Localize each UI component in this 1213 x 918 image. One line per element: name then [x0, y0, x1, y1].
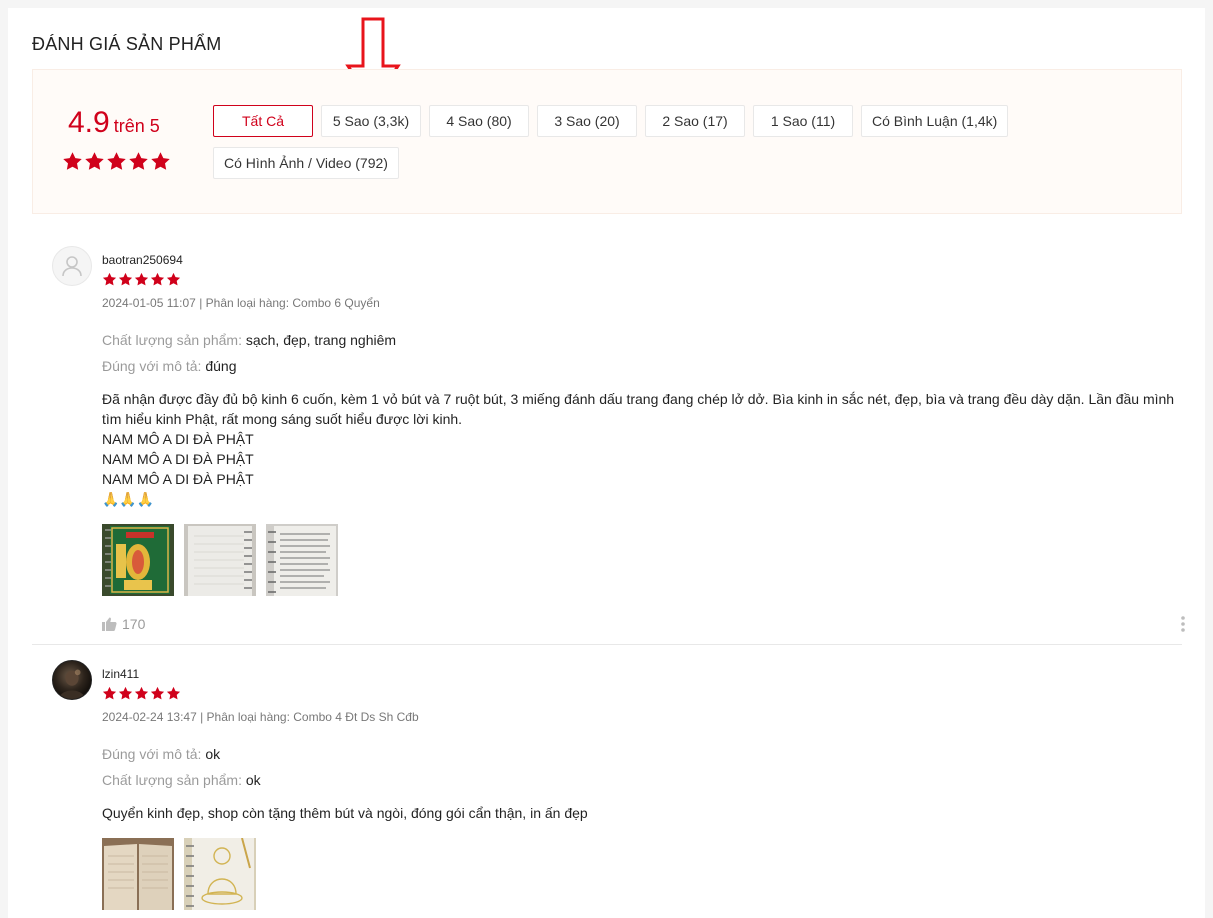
score-unit: trên 5: [113, 116, 160, 136]
star-icon: [166, 686, 181, 700]
review-stars: [102, 686, 181, 701]
attribute-label: Chất lượng sản phẩm:: [102, 332, 242, 348]
green-sutra-cover-photo: [102, 524, 174, 596]
star-icon: [85, 152, 104, 170]
filter-5-star-button[interactable]: 5 Sao (3,3k): [321, 105, 421, 137]
rating-filters: Tất Cả 5 Sao (3,3k) 4 Sao (80) 3 Sao (20…: [213, 105, 1113, 179]
review-meta: 2024-02-24 13:47 | Phân loại hàng: Combo…: [102, 710, 419, 724]
filter-1-star-button[interactable]: 1 Sao (11): [753, 105, 853, 137]
star-icon: [134, 686, 149, 700]
like-button[interactable]: 170: [102, 616, 145, 632]
overall-score: 4.9 trên 5: [68, 106, 160, 140]
star-icon: [63, 152, 82, 170]
review-image[interactable]: [184, 838, 256, 910]
attribute-value: ok: [245, 772, 261, 788]
attribute-value: ok: [205, 746, 221, 762]
filter-4-star-button[interactable]: 4 Sao (80): [429, 105, 529, 137]
review-text-line: Quyển kinh đẹp, shop còn tặng thêm bút v…: [102, 805, 588, 821]
user-photo: [58, 669, 86, 699]
printed-text-page-photo: [266, 524, 338, 596]
star-icon: [107, 152, 126, 170]
blank-lined-page-photo: [184, 524, 256, 596]
star-icon: [102, 686, 117, 700]
star-icon: [150, 686, 165, 700]
review-images: [102, 524, 338, 596]
review-text-line: 🙏🙏🙏: [102, 491, 155, 507]
review-text: Quyển kinh đẹp, shop còn tặng thêm bút v…: [102, 803, 1182, 823]
like-count: 170: [122, 616, 146, 632]
review-image[interactable]: [184, 524, 256, 596]
review-stars: [102, 272, 181, 287]
attribute-value: sạch, đẹp, trang nghiêm: [245, 332, 397, 348]
filter-all-button[interactable]: Tất Cả: [213, 105, 313, 137]
review-text-line: NAM MÔ A DI ĐÀ PHẬT: [102, 431, 254, 447]
score-value: 4.9: [68, 106, 110, 139]
star-icon: [166, 272, 181, 286]
review-divider: [32, 644, 1182, 645]
review-attribute: Chất lượng sản phẩm: sạch, đẹp, trang ng…: [102, 332, 396, 348]
star-icon: [118, 272, 133, 286]
attribute-label: Chất lượng sản phẩm:: [102, 772, 242, 788]
filter-with-comment-button[interactable]: Có Bình Luận (1,4k): [861, 105, 1009, 137]
thumbs-up-icon: [102, 617, 117, 631]
review-username[interactable]: baotran250694: [102, 253, 183, 267]
default-user-icon[interactable]: [52, 246, 92, 286]
star-icon: [150, 272, 165, 286]
review-image[interactable]: [102, 524, 174, 596]
review-text: Đã nhận được đầy đủ bộ kinh 6 cuốn, kèm …: [102, 389, 1182, 509]
filter-3-star-button[interactable]: 3 Sao (20): [537, 105, 637, 137]
attribute-label: Đúng với mô tả:: [102, 746, 202, 762]
overall-stars: [62, 151, 171, 172]
filter-with-media-button[interactable]: Có Hình Ảnh / Video (792): [213, 147, 399, 179]
review-attribute: Đúng với mô tả: ok: [102, 746, 220, 762]
review-meta: 2024-01-05 11:07 | Phân loại hàng: Combo…: [102, 296, 380, 310]
review-images: [102, 838, 256, 910]
review-image[interactable]: [102, 838, 174, 910]
review-attribute: Đúng với mô tả: đúng: [102, 358, 237, 374]
buddha-tracing-page-photo: [184, 838, 256, 910]
star-icon: [118, 686, 133, 700]
rating-overview: 4.9 trên 5 Tất Cả 5 Sao (3,3k) 4 Sao (80)…: [32, 69, 1182, 214]
user-icon: [62, 256, 82, 277]
review-text-line: Đã nhận được đầy đủ bộ kinh 6 cuốn, kèm …: [102, 391, 1175, 427]
review-username[interactable]: lzin411: [102, 667, 139, 681]
star-icon: [151, 152, 170, 170]
open-book-photo: [102, 838, 174, 910]
review-attribute: Chất lượng sản phẩm: ok: [102, 772, 261, 788]
user-avatar[interactable]: [52, 660, 92, 700]
attribute-label: Đúng với mô tả:: [102, 358, 202, 374]
review-text-line: NAM MÔ A DI ĐÀ PHẬT: [102, 471, 254, 487]
section-title: ĐÁNH GIÁ SẢN PHẨM: [32, 34, 222, 54]
star-icon: [134, 272, 149, 286]
filter-2-star-button[interactable]: 2 Sao (17): [645, 105, 745, 137]
review-text-line: NAM MÔ A DI ĐÀ PHẬT: [102, 451, 254, 467]
star-icon: [102, 272, 117, 286]
more-options-icon[interactable]: [1180, 615, 1186, 633]
review-image[interactable]: [266, 524, 338, 596]
star-icon: [129, 152, 148, 170]
attribute-value: đúng: [205, 358, 237, 374]
product-ratings-card: ĐÁNH GIÁ SẢN PHẨM 4.9 trên 5 Tất Cả 5 Sao…: [8, 8, 1205, 918]
